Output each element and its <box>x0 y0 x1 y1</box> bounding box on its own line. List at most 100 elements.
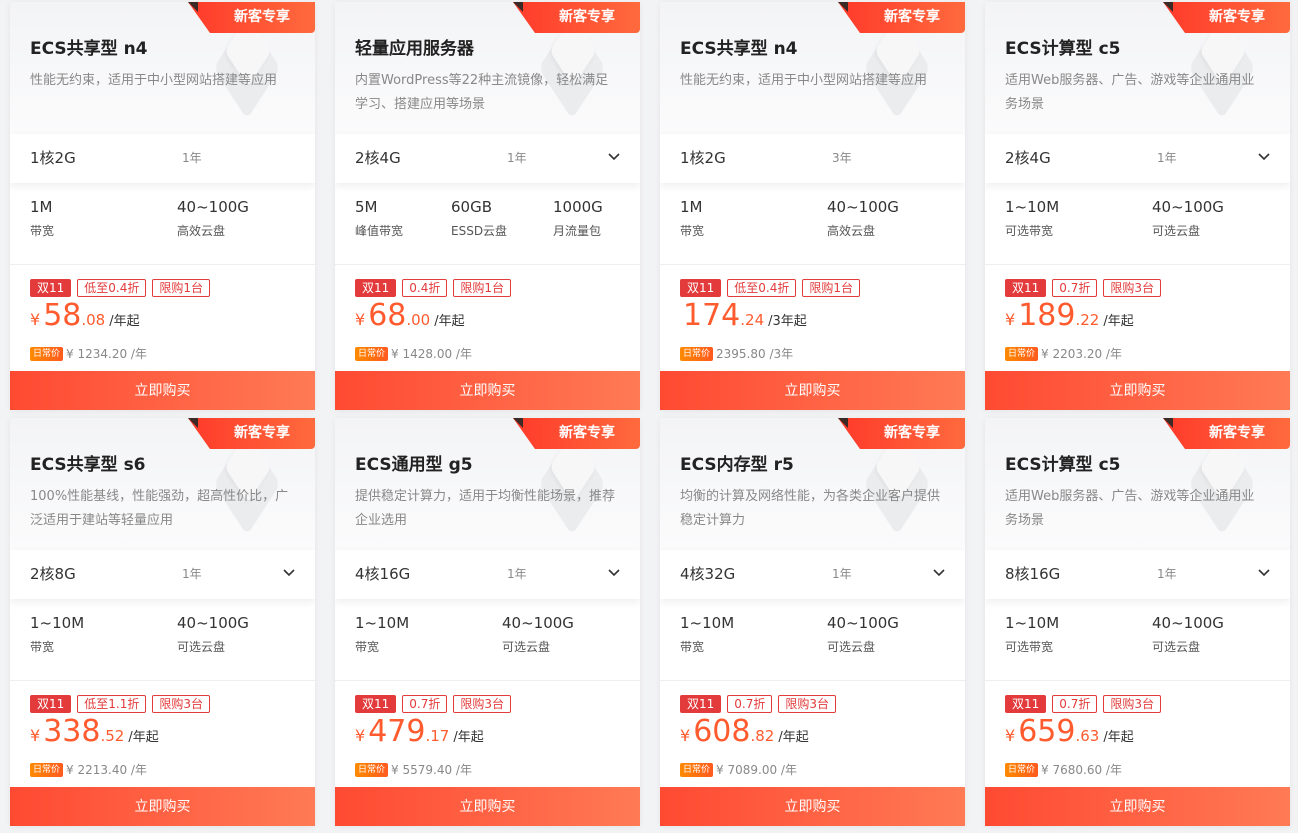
spec-selector[interactable]: 2核4G 1年 <box>985 134 1290 183</box>
purchase-duration: 1年 <box>1157 151 1177 165</box>
purchase-duration: 1年 <box>182 567 202 581</box>
product-card: 新客专享 轻量应用服务器 内置WordPress等22种主流镜像，轻松满足学习、… <box>335 2 640 410</box>
buy-now-button[interactable]: 立即购买 <box>985 787 1290 826</box>
spec-params: 1~10M 带宽 40~100G 可选云盘 <box>660 599 965 681</box>
spec-param-label: 带宽 <box>355 640 380 654</box>
ribbon-label: 新客专享 <box>559 9 615 25</box>
spec-param-label: 带宽 <box>680 640 705 654</box>
spec-param: 5M 峰值带宽 <box>355 197 403 239</box>
ribbon-label: 新客专享 <box>1209 9 1265 25</box>
regular-price: 日常价 ¥ 7089.00 /年 <box>680 759 797 777</box>
promo-price: ¥479.17/年起 <box>355 714 484 752</box>
spec-param-value: 1~10M <box>1005 198 1060 216</box>
spec-selector[interactable]: 2核4G 1年 <box>335 134 640 183</box>
new-customer-ribbon: 新客专享 <box>1163 418 1290 449</box>
spec-param-value: 1M <box>680 198 703 216</box>
promo-price: ¥189.22/年起 <box>1005 298 1134 336</box>
buy-now-button[interactable]: 立即购买 <box>335 371 640 410</box>
price-integer: 479 <box>368 714 426 749</box>
promo-price: ¥659.63/年起 <box>1005 714 1134 752</box>
buy-now-button[interactable]: 立即购买 <box>660 371 965 410</box>
price-integer: 659 <box>1018 714 1076 749</box>
product-title: ECS共享型 n4 <box>30 39 148 59</box>
promo-tags: 双11 0.7折 限购3台 <box>1005 277 1167 297</box>
spec-selector[interactable]: 4核32G 1年 <box>660 550 965 599</box>
price-currency: ¥ <box>1005 726 1016 745</box>
buy-now-button[interactable]: 立即购买 <box>335 787 640 826</box>
product-title: ECS内存型 r5 <box>680 455 794 475</box>
chevron-down-icon[interactable] <box>1258 153 1270 161</box>
card-header: 新客专享 ECS计算型 c5 适用Web服务器、广告、游戏等企业通用业务场景 <box>985 2 1290 134</box>
card-header: 新客专享 轻量应用服务器 内置WordPress等22种主流镜像，轻松满足学习、… <box>335 2 640 134</box>
spec-param-label: 带宽 <box>30 640 55 654</box>
buy-now-button[interactable]: 立即购买 <box>660 787 965 826</box>
spec-param: 1~10M 可选带宽 <box>1005 197 1059 239</box>
spec-params: 1M 带宽 40~100G 高效云盘 <box>660 183 965 265</box>
price-decimal: .52 <box>100 727 125 745</box>
ribbon-label: 新客专享 <box>559 425 615 441</box>
spec-param: 1M 带宽 <box>680 197 704 239</box>
double11-badge: 双11 <box>1005 279 1047 297</box>
spec-selector[interactable]: 1核2G 3年 <box>660 134 965 183</box>
regular-price-badge: 日常价 <box>1005 346 1039 361</box>
spec-param-label: 可选云盘 <box>177 640 226 654</box>
spec-param-label: 可选云盘 <box>1152 640 1201 654</box>
double11-badge: 双11 <box>355 695 397 713</box>
promo-tags: 双11 低至1.1折 限购3台 <box>30 693 216 713</box>
spec-selector[interactable]: 1核2G 1年 <box>10 134 315 183</box>
spec-param-value: 40~100G <box>177 614 249 632</box>
regular-price-value: ¥ 2213.40 /年 <box>66 763 147 777</box>
price-unit: /3年起 <box>768 314 807 329</box>
chevron-down-icon[interactable] <box>608 153 620 161</box>
promo-price: ¥68.00/年起 <box>355 298 465 336</box>
promo-tag: 低至1.1折 <box>77 695 147 713</box>
spec-param-value: 40~100G <box>827 198 899 216</box>
product-title: ECS计算型 c5 <box>1005 455 1121 475</box>
new-customer-ribbon: 新客专享 <box>513 2 640 33</box>
buy-now-button[interactable]: 立即购买 <box>10 371 315 410</box>
price-currency: ¥ <box>355 310 366 329</box>
promo-tag: 低至0.4折 <box>77 279 147 297</box>
promo-tags: 双11 0.7折 限购3台 <box>680 693 842 713</box>
spec-param-value: 1~10M <box>1005 614 1060 632</box>
chevron-down-icon[interactable] <box>933 569 945 577</box>
spec-selector[interactable]: 2核8G 1年 <box>10 550 315 599</box>
chevron-down-icon[interactable] <box>283 569 295 577</box>
regular-price-value: 2395.80 /3年 <box>716 347 794 361</box>
regular-price: 日常价 ¥ 2203.20 /年 <box>1005 343 1122 361</box>
regular-price-badge: 日常价 <box>680 762 714 777</box>
product-grid: 新客专享 ECS共享型 n4 性能无约束，适用于中小型网站搭建等应用 1核2G … <box>0 0 1298 833</box>
price-unit: /年起 <box>1103 730 1134 745</box>
spec-param-value: 5M <box>355 198 378 216</box>
regular-price: 日常价 ¥ 7680.60 /年 <box>1005 759 1122 777</box>
double11-badge: 双11 <box>1005 695 1047 713</box>
product-description: 内置WordPress等22种主流镜像，轻松满足学习、搭建应用等场景 <box>355 73 609 112</box>
price-unit: /年起 <box>453 730 484 745</box>
spec-param-value: 1~10M <box>355 614 410 632</box>
spec-param-label: 峰值带宽 <box>355 224 404 238</box>
buy-now-button[interactable]: 立即购买 <box>985 371 1290 410</box>
buy-now-button[interactable]: 立即购买 <box>10 787 315 826</box>
new-customer-ribbon: 新客专享 <box>188 418 315 449</box>
price-currency: ¥ <box>355 726 366 745</box>
spec-param: 40~100G 可选云盘 <box>1152 613 1224 655</box>
price-integer: 58 <box>43 298 82 333</box>
price-currency: ¥ <box>30 310 41 329</box>
card-header: 新客专享 ECS计算型 c5 适用Web服务器、广告、游戏等企业通用业务场景 <box>985 418 1290 550</box>
chevron-down-icon[interactable] <box>1258 569 1270 577</box>
spec-params: 1~10M 带宽 40~100G 可选云盘 <box>335 599 640 681</box>
promo-tag: 限购1台 <box>453 279 512 297</box>
double11-badge: 双11 <box>30 279 72 297</box>
spec-param: 40~100G 可选云盘 <box>1152 197 1224 239</box>
regular-price-badge: 日常价 <box>30 762 64 777</box>
product-card: 新客专享 ECS计算型 c5 适用Web服务器、广告、游戏等企业通用业务场景 8… <box>985 418 1290 826</box>
chevron-down-icon[interactable] <box>608 569 620 577</box>
spec-selector[interactable]: 8核16G 1年 <box>985 550 1290 599</box>
double11-badge: 双11 <box>680 279 722 297</box>
price-unit: /年起 <box>434 314 465 329</box>
spec-params: 1~10M 可选带宽 40~100G 可选云盘 <box>985 599 1290 681</box>
spec-param-label: 可选带宽 <box>1005 224 1054 238</box>
spec-selector[interactable]: 4核16G 1年 <box>335 550 640 599</box>
regular-price: 日常价 ¥ 2213.40 /年 <box>30 759 147 777</box>
promo-tags: 双11 低至0.4折 限购1台 <box>30 277 216 297</box>
